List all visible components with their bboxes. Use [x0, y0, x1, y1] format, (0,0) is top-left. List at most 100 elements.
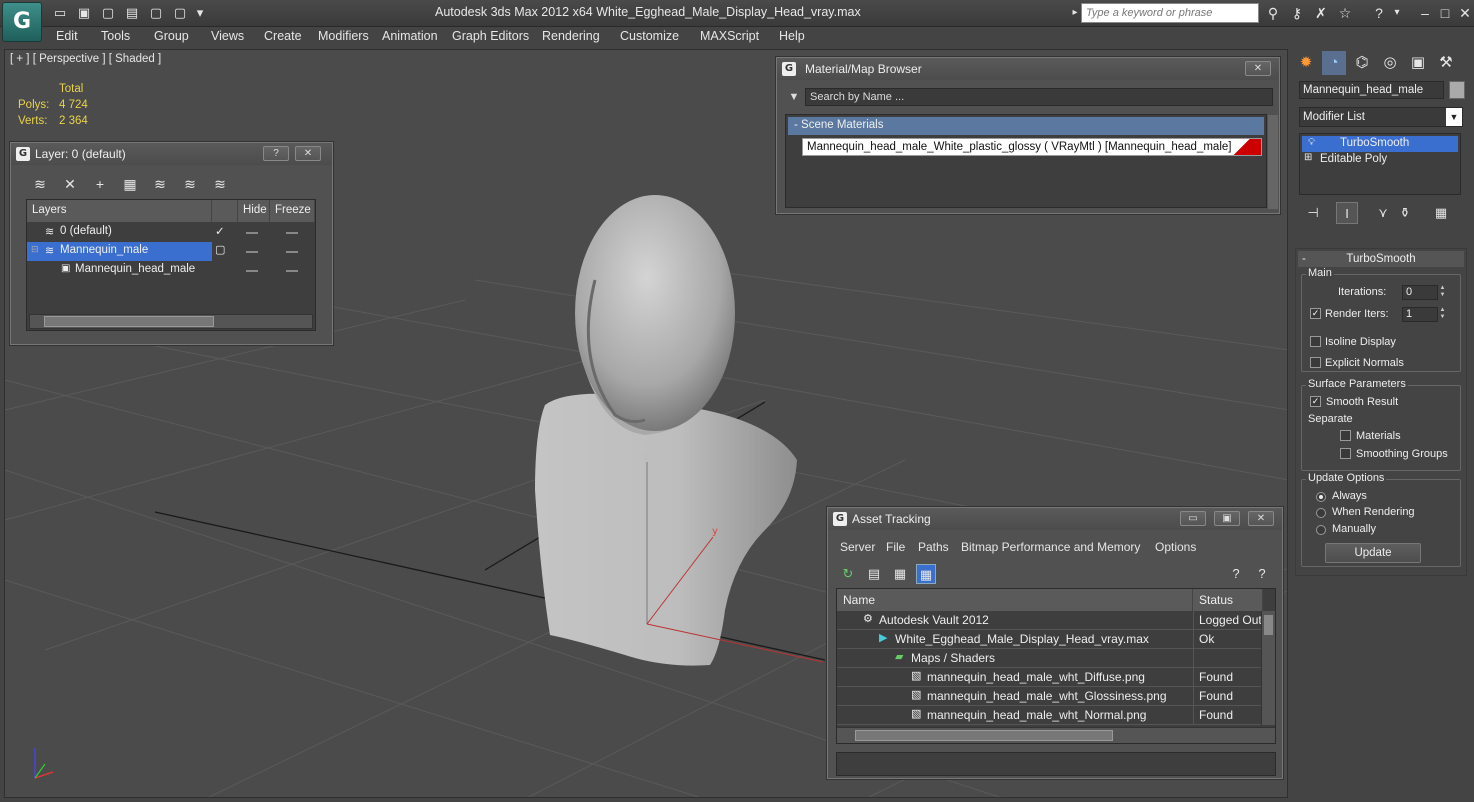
quick-access-dropdown-icon[interactable]: ▾	[192, 5, 208, 21]
material-search-input[interactable]: Search by Name ...	[805, 88, 1273, 106]
help-dropdown-icon[interactable]: ▾	[1388, 4, 1406, 22]
freeze-all-layers-icon[interactable]: ≋	[209, 173, 231, 195]
redo-icon[interactable]: ▤	[124, 5, 140, 21]
material-item[interactable]: Mannequin_head_male_White_plastic_glossy…	[802, 138, 1262, 156]
close-icon[interactable]: ✕	[1456, 4, 1474, 22]
highlight-selected-icon[interactable]: ≋	[149, 173, 171, 195]
hierarchy-tab-icon[interactable]: ⌬	[1350, 51, 1374, 75]
minimize-icon[interactable]: –	[1416, 4, 1434, 22]
asset-menu-server[interactable]: Server	[840, 540, 875, 554]
make-unique-icon[interactable]: ⋎	[1372, 202, 1394, 224]
open-file-icon[interactable]: ▭	[52, 5, 68, 21]
spinner-arrows-icon[interactable]: ▲ ▼	[1438, 307, 1447, 322]
viewport-label-menu[interactable]: [ + ] [ Perspective ] [ Shaded ]	[10, 53, 161, 65]
modifier-list-dropdown[interactable]: Modifier List ▼	[1299, 107, 1463, 127]
asset-row[interactable]: ▧ mannequin_head_male_wht_Glossiness.png…	[837, 687, 1261, 706]
asset-menu-bitmap-performance[interactable]: Bitmap Performance and Memory	[961, 540, 1140, 554]
configure-sets-icon[interactable]: ▦	[1430, 202, 1452, 224]
menu-rendering[interactable]: Rendering	[542, 29, 600, 43]
update-manually-radio[interactable]	[1316, 525, 1326, 535]
menu-tools[interactable]: Tools	[101, 29, 130, 43]
asset-horizontal-scrollbar[interactable]	[837, 727, 1275, 743]
update-when-rendering-radio[interactable]	[1316, 508, 1326, 518]
asset-menu-options[interactable]: Options	[1155, 540, 1196, 554]
asset-maximize-button[interactable]: ▣	[1214, 511, 1240, 526]
display-tab-icon[interactable]: ▣	[1406, 51, 1430, 75]
layer-row[interactable]: ▣ Mannequin_head_male	[27, 261, 315, 280]
material-browser-titlebar[interactable]: G Material/Map Browser ✕	[777, 58, 1279, 80]
layer-help-button[interactable]: ?	[263, 146, 289, 161]
layer-close-button[interactable]: ✕	[295, 146, 321, 161]
favorites-star-icon[interactable]: ☆	[1336, 4, 1354, 22]
utilities-tab-icon[interactable]: ⚒	[1434, 51, 1458, 75]
iterations-spinner[interactable]: 0	[1402, 285, 1438, 300]
modify-tab-icon[interactable]: ◔	[1322, 51, 1346, 75]
pin-stack-icon[interactable]: ⊣	[1302, 202, 1324, 224]
asset-vertical-scrollbar[interactable]	[1261, 611, 1275, 725]
asset-menu-paths[interactable]: Paths	[918, 540, 949, 554]
keyword-search-input[interactable]: Type a keyword or phrase	[1081, 3, 1259, 23]
maximize-icon[interactable]: □	[1436, 4, 1454, 22]
table-view-icon[interactable]: ▦	[916, 564, 936, 584]
project-folder-icon[interactable]: ▢	[148, 5, 164, 21]
binoculars-icon[interactable]: ⚲	[1264, 4, 1282, 22]
communication-center-icon[interactable]: ✗	[1312, 4, 1330, 22]
material-browser-close-button[interactable]: ✕	[1245, 61, 1271, 76]
show-end-result-icon[interactable]: Ι	[1336, 202, 1358, 224]
asset-minimize-button[interactable]: ▭	[1180, 511, 1206, 526]
isoline-display-checkbox[interactable]	[1310, 336, 1321, 347]
layer-panel-titlebar[interactable]: G Layer: 0 (default) ? ✕	[11, 143, 332, 165]
refresh-icon[interactable]: ↻	[838, 564, 858, 584]
menu-animation[interactable]: Animation	[382, 29, 438, 43]
create-layer-icon[interactable]: ≋	[29, 173, 51, 195]
asset-help-icon[interactable]: ?	[1226, 564, 1246, 584]
object-color-swatch[interactable]	[1449, 81, 1465, 99]
menu-customize[interactable]: Customize	[620, 29, 679, 43]
separate-smoothing-groups-checkbox[interactable]	[1340, 448, 1351, 459]
motion-tab-icon[interactable]: ◎	[1378, 51, 1402, 75]
delete-layer-icon[interactable]: ✕	[59, 173, 81, 195]
menu-edit[interactable]: Edit	[56, 29, 78, 43]
expand-plus-icon[interactable]: ⊞	[1304, 152, 1312, 163]
name-column-header[interactable]: Name	[837, 589, 1193, 611]
select-objects-icon[interactable]: ▦	[119, 173, 141, 195]
browser-options-icon[interactable]: ▼	[785, 88, 803, 106]
asset-info-icon[interactable]: ?	[1252, 564, 1272, 584]
object-name-field[interactable]: Mannequin_head_male	[1299, 81, 1444, 99]
new-scene-icon[interactable]: ▢	[172, 5, 188, 21]
menu-group[interactable]: Group	[154, 29, 189, 43]
remove-modifier-icon[interactable]: ⚱	[1394, 202, 1416, 224]
menu-help[interactable]: Help	[779, 29, 805, 43]
menu-create[interactable]: Create	[264, 29, 302, 43]
asset-path-field[interactable]	[836, 752, 1276, 776]
menu-maxscript[interactable]: MAXScript	[700, 29, 759, 43]
separate-materials-checkbox[interactable]	[1340, 430, 1351, 441]
render-iters-checkbox[interactable]: ✓	[1310, 308, 1321, 319]
current-column-header[interactable]	[212, 200, 238, 222]
layer-row[interactable]: ≋ 0 (default) ✓	[27, 223, 315, 242]
save-icon[interactable]: ▣	[76, 5, 92, 21]
spinner-arrows-icon[interactable]: ▲ ▼	[1438, 285, 1447, 300]
render-iters-spinner[interactable]: 1	[1402, 307, 1438, 322]
layer-horizontal-scrollbar[interactable]	[29, 314, 313, 329]
scene-materials-header[interactable]: - Scene Materials	[788, 117, 1264, 135]
asset-row[interactable]: ▧ mannequin_head_male_wht_Normal.png Fou…	[837, 706, 1261, 725]
bulb-icon[interactable]: 💡︎	[1308, 137, 1315, 148]
hide-column-header[interactable]: Hide	[238, 200, 270, 222]
asset-menu-file[interactable]: File	[886, 540, 905, 554]
undo-icon[interactable]: ▢	[100, 5, 116, 21]
update-button[interactable]: Update	[1325, 543, 1421, 563]
set-current-box-icon[interactable]: ▢	[215, 243, 225, 256]
status-column-header[interactable]: Status	[1193, 589, 1263, 611]
collapse-icon[interactable]: ⊟	[31, 244, 39, 255]
menu-views[interactable]: Views	[211, 29, 244, 43]
layers-column-header[interactable]: Layers	[27, 200, 212, 222]
layer-row[interactable]: ⊟ ≋ Mannequin_male ▢	[27, 242, 315, 261]
subscription-key-icon[interactable]: ⚷	[1288, 4, 1306, 22]
stack-item-turbosmooth[interactable]: 💡︎ TurboSmooth	[1302, 136, 1458, 152]
asset-row[interactable]: ⚙ Autodesk Vault 2012 Logged Out	[837, 611, 1261, 630]
add-to-layer-icon[interactable]: +	[89, 173, 111, 195]
menu-modifiers[interactable]: Modifiers	[318, 29, 369, 43]
explicit-normals-checkbox[interactable]	[1310, 357, 1321, 368]
freeze-column-header[interactable]: Freeze	[270, 200, 315, 222]
